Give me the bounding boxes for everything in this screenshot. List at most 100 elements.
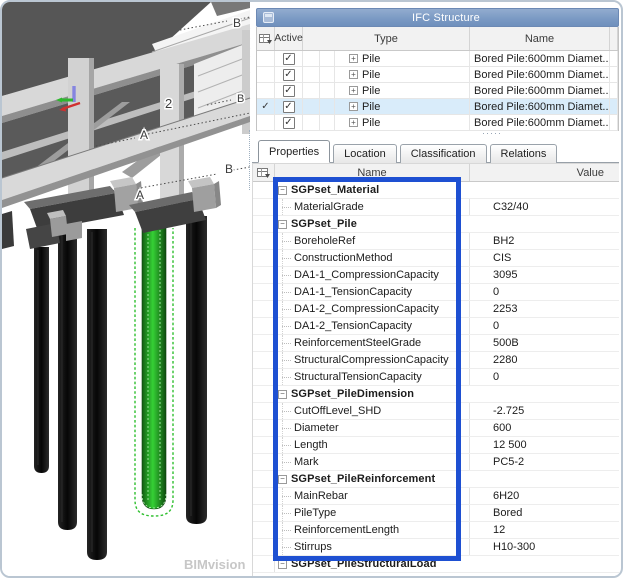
active-checkbox[interactable]: ✓	[283, 117, 295, 129]
app-window: B2BABA BIMvision IFC Structure	[0, 0, 623, 578]
row-indicator-cell	[257, 83, 275, 98]
pile	[87, 229, 107, 560]
indent-cell	[320, 67, 335, 82]
structure-row[interactable]: ✓ + Pile Bored Pile:600mm Diamet...	[257, 115, 618, 131]
expand-icon[interactable]: +	[349, 70, 358, 79]
ifc-structure-titlebar[interactable]: IFC Structure	[256, 8, 619, 27]
row-indicator-cell	[253, 233, 275, 249]
active-checkbox[interactable]: ✓	[283, 85, 295, 97]
row-indicator-cell	[257, 67, 275, 82]
row-indicator-cell	[253, 386, 275, 402]
end-cell	[610, 99, 618, 114]
property-value-cell[interactable]: 12	[470, 522, 619, 538]
type-label: Pile	[362, 117, 380, 129]
structure-row[interactable]: ✓+PileBored Pile:600mm Diamet...	[257, 67, 618, 83]
expand-icon[interactable]: +	[349, 86, 358, 95]
grid-label: B	[237, 93, 244, 105]
active-checkbox[interactable]: ✓	[283, 101, 295, 113]
structure-row[interactable]: ✓✓+PileBored Pile:600mm Diamet...	[257, 99, 618, 115]
property-value-cell[interactable]: H10-300	[470, 539, 619, 555]
property-value-cell[interactable]: -2.725	[470, 403, 619, 419]
tab-relations[interactable]: Relations	[490, 144, 558, 163]
structure-row[interactable]: ✓+PileBored Pile:600mm Diamet...	[257, 83, 618, 99]
column-header-active[interactable]: Active	[275, 27, 303, 50]
horizontal-splitter[interactable]: ·····	[256, 131, 619, 140]
property-value: 0	[493, 320, 499, 332]
indent-cell	[303, 99, 320, 114]
expand-icon[interactable]: +	[349, 102, 358, 111]
property-value-cell[interactable]: 6H20	[470, 488, 619, 504]
end-cell	[610, 115, 618, 130]
row-indicator-cell	[253, 369, 275, 385]
grid-label: B	[233, 16, 241, 30]
property-value-cell[interactable]: 12 500	[470, 437, 619, 453]
active-checkbox[interactable]: ✓	[283, 53, 295, 65]
property-value-cell[interactable]: CIS	[470, 250, 619, 266]
name-label: Bored Pile:600mm Diamet...	[474, 69, 610, 81]
customize-button-props[interactable]	[253, 164, 275, 181]
row-indicator-cell	[253, 301, 275, 317]
row-indicator-cell	[253, 403, 275, 419]
indent-cell	[320, 51, 335, 66]
property-value: 2280	[493, 354, 517, 366]
window-icon[interactable]	[263, 12, 274, 23]
row-indicator-cell	[253, 471, 275, 487]
tab-classification[interactable]: Classification	[400, 144, 487, 163]
property-value-cell[interactable]: 3095	[470, 267, 619, 283]
active-cell: ✓	[275, 51, 303, 66]
row-indicator-cell	[253, 216, 275, 232]
property-value-cell[interactable]: 2280	[470, 352, 619, 368]
row-indicator-cell	[253, 454, 275, 470]
property-value: 500B	[493, 337, 519, 349]
end-cell	[610, 51, 618, 66]
property-value-cell[interactable]: 600	[470, 420, 619, 436]
row-indicator-cell	[257, 115, 275, 130]
name-label: Bored Pile:600mm Diamet...	[474, 117, 610, 129]
row-indicator-cell	[253, 199, 275, 215]
tab-properties[interactable]: Properties	[258, 140, 330, 163]
property-value: 2253	[493, 303, 517, 315]
expand-icon[interactable]: +	[349, 54, 358, 63]
active-checkbox[interactable]: ✓	[283, 69, 295, 81]
property-value-cell[interactable]: Bored	[470, 505, 619, 521]
name-cell: Bored Pile:600mm Diamet...	[470, 83, 610, 98]
indent-cell	[303, 51, 320, 66]
row-indicator-cell	[253, 318, 275, 334]
row-indicator-cell	[253, 420, 275, 436]
row-indicator-cell: ✓	[257, 99, 275, 114]
indent-cell	[303, 67, 320, 82]
property-value: 600	[493, 422, 511, 434]
grid-label: B	[225, 162, 233, 176]
customize-button[interactable]	[257, 27, 275, 50]
piles[interactable]	[34, 216, 207, 560]
row-indicator-cell	[253, 437, 275, 453]
property-value-cell[interactable]: 2253	[470, 301, 619, 317]
selected-pile[interactable]	[135, 222, 173, 516]
row-indicator-cell	[253, 284, 275, 300]
property-value-cell[interactable]: BH2	[470, 233, 619, 249]
property-value-cell[interactable]: 0	[470, 284, 619, 300]
column-header-spacer	[610, 27, 618, 50]
highlight-annotation	[273, 177, 461, 561]
tab-location[interactable]: Location	[333, 144, 397, 163]
property-value: 3095	[493, 269, 517, 281]
property-value: H10-300	[493, 541, 535, 553]
property-value: BH2	[493, 235, 514, 247]
row-indicator-cell	[257, 51, 275, 66]
property-value-cell[interactable]: PC5-2	[470, 454, 619, 470]
property-value-cell[interactable]: C32/40	[470, 199, 619, 215]
structure-row[interactable]: ✓+PileBored Pile:600mm Diamet...	[257, 51, 618, 67]
property-value-cell[interactable]: 0	[470, 369, 619, 385]
grid-label: A	[140, 128, 148, 142]
column-header-prop-value[interactable]: Value	[470, 164, 619, 181]
column-header-type[interactable]: Type	[303, 27, 470, 50]
3d-viewport[interactable]: B2BABA BIMvision	[2, 2, 251, 576]
property-value: 6H20	[493, 490, 519, 502]
type-cell: +Pile	[335, 51, 470, 66]
splitter-grip: ·····	[482, 128, 502, 138]
property-value-cell[interactable]: 500B	[470, 335, 619, 351]
property-value-cell[interactable]: 0	[470, 318, 619, 334]
expand-icon[interactable]: +	[349, 118, 358, 127]
column-header-name[interactable]: Name	[470, 27, 610, 50]
active-cell: ✓	[275, 99, 303, 114]
